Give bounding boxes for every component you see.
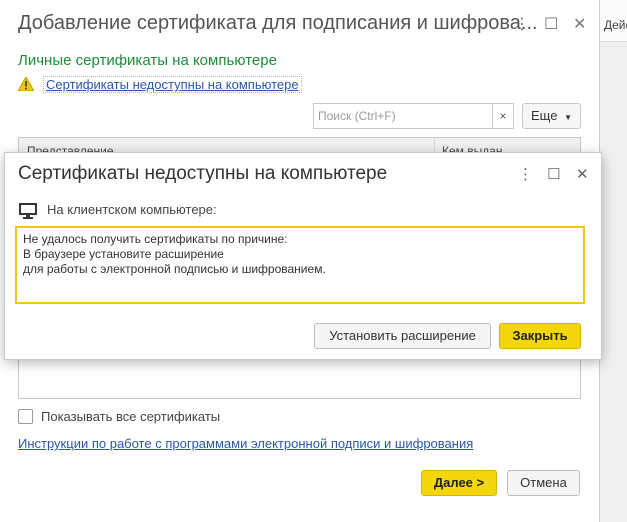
window-title: Добавление сертификата для подписания и … bbox=[18, 12, 538, 34]
instructions-link[interactable]: Инструкции по работе с программами элект… bbox=[18, 436, 473, 451]
close-icon[interactable]: ✕ bbox=[573, 14, 586, 34]
more-button-label: Еще bbox=[531, 108, 558, 123]
install-extension-button[interactable]: Установить расширение bbox=[314, 323, 491, 349]
search-clear-button[interactable]: × bbox=[492, 103, 514, 129]
dialog-title: Сертификаты недоступны на компьютере bbox=[18, 163, 388, 184]
background-window-text: Дейс bbox=[604, 18, 627, 32]
show-all-label[interactable]: Показывать все сертификаты bbox=[41, 409, 220, 424]
show-all-checkbox[interactable] bbox=[18, 409, 33, 424]
close-icon[interactable]: ✕ bbox=[576, 165, 589, 183]
background-window-strip: Дейс bbox=[600, 0, 627, 522]
search-input[interactable]: Поиск (Ctrl+F) bbox=[313, 103, 493, 129]
certificates-unavailable-dialog: Сертификаты недоступны на компьютере ⋮ ☐… bbox=[4, 152, 602, 360]
section-title: Личные сертификаты на компьютере bbox=[18, 52, 277, 69]
monitor-icon bbox=[19, 203, 37, 219]
chevron-down-icon: ▼ bbox=[564, 113, 572, 122]
certificates-unavailable-link[interactable]: Сертификаты недоступны на компьютере bbox=[43, 76, 302, 93]
more-vertical-icon[interactable]: ⋮ bbox=[518, 165, 533, 183]
maximize-icon[interactable]: ☐ bbox=[547, 165, 560, 183]
maximize-icon[interactable]: ☐ bbox=[544, 14, 558, 34]
warning-icon bbox=[18, 77, 34, 91]
search-placeholder: Поиск (Ctrl+F) bbox=[318, 109, 396, 123]
cancel-button[interactable]: Отмена bbox=[507, 470, 580, 496]
more-vertical-icon[interactable]: ⋮ bbox=[514, 14, 530, 34]
next-button[interactable]: Далее > bbox=[421, 470, 497, 496]
more-button[interactable]: Еще ▼ bbox=[522, 103, 581, 129]
client-computer-label: На клиентском компьютере: bbox=[47, 202, 217, 217]
close-button[interactable]: Закрыть bbox=[499, 323, 581, 349]
error-message: Не удалось получить сертификаты по причи… bbox=[15, 226, 585, 304]
